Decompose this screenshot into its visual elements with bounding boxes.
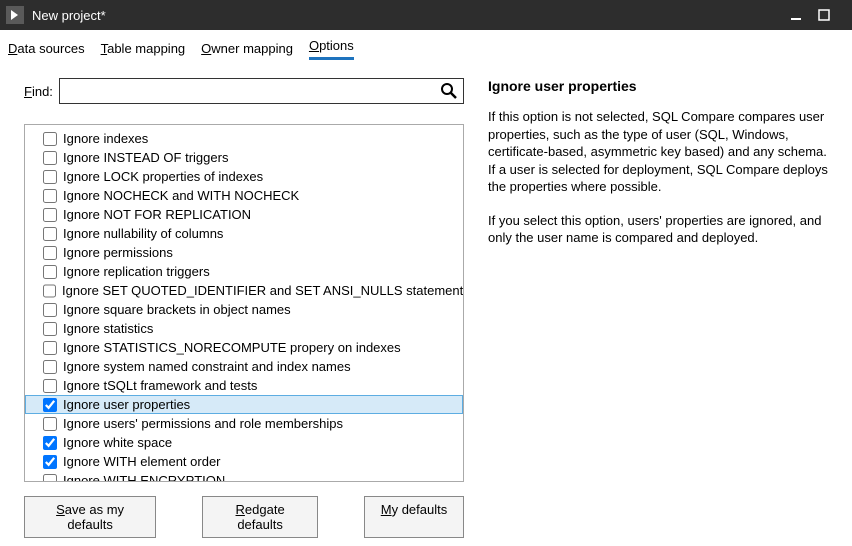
option-checkbox[interactable]: [43, 341, 57, 355]
option-checkbox[interactable]: [43, 189, 57, 203]
option-item[interactable]: Ignore WITH ENCRYPTION: [25, 471, 463, 481]
option-checkbox[interactable]: [43, 436, 57, 450]
option-checkbox[interactable]: [43, 474, 57, 482]
option-label: Ignore white space: [63, 433, 172, 452]
option-item[interactable]: Ignore user properties: [25, 395, 463, 414]
option-label: Ignore SET QUOTED_IDENTIFIER and SET ANS…: [62, 281, 463, 300]
option-checkbox[interactable]: [43, 455, 57, 469]
option-item[interactable]: Ignore NOCHECK and WITH NOCHECK: [25, 186, 463, 205]
minimize-button[interactable]: [790, 9, 818, 21]
option-label: Ignore system named constraint and index…: [63, 357, 351, 376]
option-label: Ignore WITH element order: [63, 452, 221, 471]
option-checkbox[interactable]: [43, 170, 57, 184]
option-label: Ignore INSTEAD OF triggers: [63, 148, 228, 167]
option-label: Ignore NOCHECK and WITH NOCHECK: [63, 186, 299, 205]
option-item[interactable]: Ignore NOT FOR REPLICATION: [25, 205, 463, 224]
option-label: Ignore nullability of columns: [63, 224, 223, 243]
option-checkbox[interactable]: [43, 417, 57, 431]
find-box: [59, 78, 464, 104]
tab-owner-mapping[interactable]: Owner mapping: [201, 41, 293, 60]
option-checkbox[interactable]: [43, 360, 57, 374]
options-panel: Find: Ignore indexesIgnore INSTEAD OF tr…: [24, 78, 464, 538]
tab-table-mapping[interactable]: Table mapping: [101, 41, 186, 60]
option-checkbox[interactable]: [43, 151, 57, 165]
option-label: Ignore LOCK properties of indexes: [63, 167, 263, 186]
option-checkbox[interactable]: [43, 284, 56, 298]
app-window: New project* Data sources Table mapping …: [0, 0, 852, 546]
detail-title: Ignore user properties: [488, 78, 834, 94]
option-checkbox[interactable]: [43, 265, 57, 279]
option-checkbox[interactable]: [43, 322, 57, 336]
find-label: Find:: [24, 84, 53, 99]
maximize-button[interactable]: [818, 9, 846, 21]
option-item[interactable]: Ignore system named constraint and index…: [25, 357, 463, 376]
option-checkbox[interactable]: [43, 379, 57, 393]
option-checkbox[interactable]: [43, 208, 57, 222]
defaults-buttons-row: Save as my defaults Redgate defaults My …: [24, 496, 464, 538]
option-label: Ignore indexes: [63, 129, 148, 148]
option-item[interactable]: Ignore indexes: [25, 129, 463, 148]
option-item[interactable]: Ignore LOCK properties of indexes: [25, 167, 463, 186]
option-item[interactable]: Ignore white space: [25, 433, 463, 452]
tab-data-sources[interactable]: Data sources: [8, 41, 85, 60]
option-item[interactable]: Ignore STATISTICS_NORECOMPUTE propery on…: [25, 338, 463, 357]
option-item[interactable]: Ignore INSTEAD OF triggers: [25, 148, 463, 167]
options-list-container: Ignore indexesIgnore INSTEAD OF triggers…: [24, 124, 464, 482]
find-input[interactable]: [59, 78, 464, 104]
option-item[interactable]: Ignore WITH element order: [25, 452, 463, 471]
option-item[interactable]: Ignore replication triggers: [25, 262, 463, 281]
app-icon: [6, 6, 24, 24]
option-item[interactable]: Ignore SET QUOTED_IDENTIFIER and SET ANS…: [25, 281, 463, 300]
window-title: New project*: [32, 8, 790, 23]
option-checkbox[interactable]: [43, 246, 57, 260]
option-item[interactable]: Ignore statistics: [25, 319, 463, 338]
option-item[interactable]: Ignore users' permissions and role membe…: [25, 414, 463, 433]
option-label: Ignore user properties: [63, 395, 190, 414]
option-checkbox[interactable]: [43, 132, 57, 146]
option-label: Ignore square brackets in object names: [63, 300, 291, 319]
content-area: Find: Ignore indexesIgnore INSTEAD OF tr…: [0, 60, 852, 546]
option-label: Ignore replication triggers: [63, 262, 210, 281]
my-defaults-button[interactable]: My defaults: [364, 496, 464, 538]
detail-panel: Ignore user properties If this option is…: [488, 78, 844, 538]
find-row: Find:: [24, 78, 464, 104]
titlebar: New project*: [0, 0, 852, 30]
option-label: Ignore tSQLt framework and tests: [63, 376, 257, 395]
save-as-my-defaults-button[interactable]: Save as my defaults: [24, 496, 156, 538]
option-label: Ignore permissions: [63, 243, 173, 262]
option-checkbox[interactable]: [43, 227, 57, 241]
options-list[interactable]: Ignore indexesIgnore INSTEAD OF triggers…: [25, 125, 463, 481]
tab-options[interactable]: Options: [309, 38, 354, 60]
tabbar: Data sources Table mapping Owner mapping…: [0, 30, 852, 60]
option-label: Ignore WITH ENCRYPTION: [63, 471, 225, 481]
option-item[interactable]: Ignore square brackets in object names: [25, 300, 463, 319]
detail-paragraph-1: If this option is not selected, SQL Comp…: [488, 108, 834, 196]
option-label: Ignore STATISTICS_NORECOMPUTE propery on…: [63, 338, 401, 357]
option-item[interactable]: Ignore permissions: [25, 243, 463, 262]
option-label: Ignore statistics: [63, 319, 153, 338]
redgate-defaults-button[interactable]: Redgate defaults: [202, 496, 318, 538]
option-item[interactable]: Ignore tSQLt framework and tests: [25, 376, 463, 395]
option-checkbox[interactable]: [43, 398, 57, 412]
option-label: Ignore users' permissions and role membe…: [63, 414, 343, 433]
option-label: Ignore NOT FOR REPLICATION: [63, 205, 251, 224]
detail-paragraph-2: If you select this option, users' proper…: [488, 212, 834, 247]
search-icon[interactable]: [440, 82, 458, 100]
option-checkbox[interactable]: [43, 303, 57, 317]
option-item[interactable]: Ignore nullability of columns: [25, 224, 463, 243]
